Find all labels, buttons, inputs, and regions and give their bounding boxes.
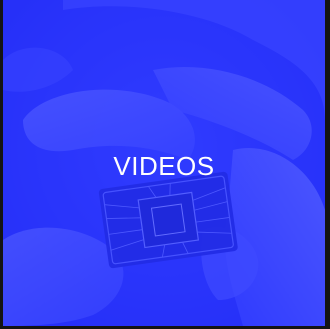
- videos-tile[interactable]: VIDEOS: [3, 0, 325, 326]
- tile-label: VIDEOS: [113, 151, 215, 181]
